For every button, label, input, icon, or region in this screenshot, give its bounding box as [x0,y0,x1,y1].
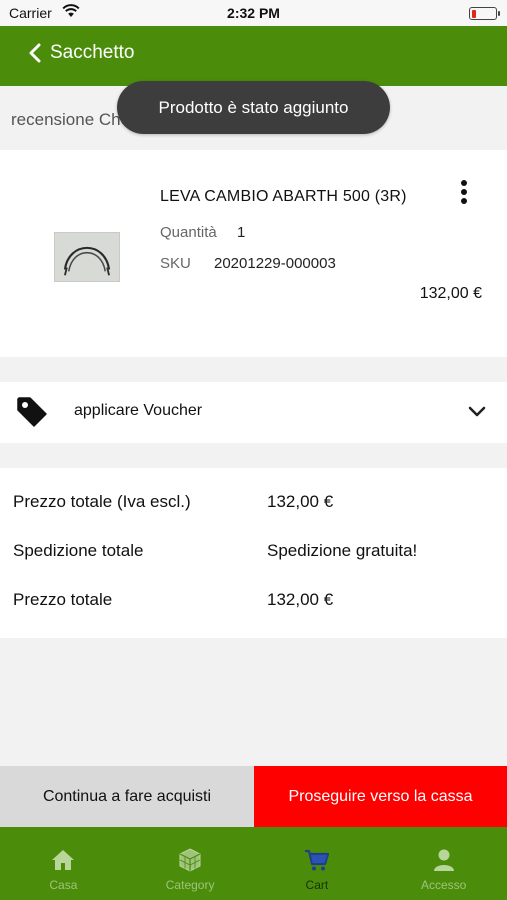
voucher-row[interactable]: applicare Voucher [0,382,507,443]
clock: 2:32 PM [227,5,280,21]
tag-icon [17,397,47,427]
sku-label: SKU [160,255,191,272]
chevron-left-icon [29,43,41,63]
tab-label: Accesso [420,878,467,892]
summary-value: Spedizione gratuita! [267,541,418,560]
dot-icon [461,189,467,195]
battery-icon [469,7,500,20]
home-icon [52,850,75,870]
product-price: 132,00 € [419,285,482,302]
quantity-value: 1 [237,224,246,241]
tab-bar: Casa Category Cart Accesso [0,827,507,900]
summary-label: Prezzo totale [13,590,113,609]
sku-value: 20201229-000003 [214,255,336,272]
summary-label: Spedizione totale [13,541,144,560]
dot-icon [461,198,467,204]
summary-value: 132,00 € [267,590,334,609]
nav-bar: Sacchetto [0,26,507,86]
tab-label: Category [165,878,215,892]
user-icon [433,849,454,871]
order-summary: Prezzo totale (Iva escl.) 132,00 € Spedi… [0,468,507,638]
summary-label: Prezzo totale (Iva escl.) [13,492,191,511]
back-button[interactable]: Sacchetto [28,42,135,64]
tab-label: Casa [49,878,78,892]
cart-icon [304,849,329,871]
tab-home[interactable]: Casa [0,827,127,900]
summary-row: Prezzo totale (Iva escl.) 132,00 € [0,492,507,516]
continue-shopping-button[interactable]: Continua a fare acquisti [0,766,254,827]
cart-item: LEVA CAMBIO ABARTH 500 (3R) Quantità 1 S… [0,150,507,357]
quantity-label: Quantità [160,224,217,241]
tab-cart[interactable]: Cart [254,827,381,900]
tab-category[interactable]: Category [127,827,254,900]
summary-row: Prezzo totale 132,00 € [0,590,507,614]
status-bar: Carrier 2:32 PM [0,0,507,26]
checkout-button[interactable]: Proseguire verso la cassa [254,766,507,827]
voucher-label: applicare Voucher [74,402,203,419]
product-name: LEVA CAMBIO ABARTH 500 (3R) [160,188,407,205]
product-thumbnail [54,232,120,282]
more-options-button[interactable] [456,178,472,210]
tab-label: Cart [305,878,329,892]
summary-value: 132,00 € [267,492,334,511]
cart-actions: Continua a fare acquisti Proseguire vers… [0,766,507,827]
dot-icon [461,180,467,186]
chevron-down-icon[interactable] [468,404,486,418]
toast-message: Prodotto è stato aggiunto [117,81,390,134]
back-label: Sacchetto [50,42,135,63]
tab-account[interactable]: Accesso [380,827,507,900]
cube-icon [179,848,201,872]
summary-row: Spedizione totale Spedizione gratuita! [0,541,507,565]
